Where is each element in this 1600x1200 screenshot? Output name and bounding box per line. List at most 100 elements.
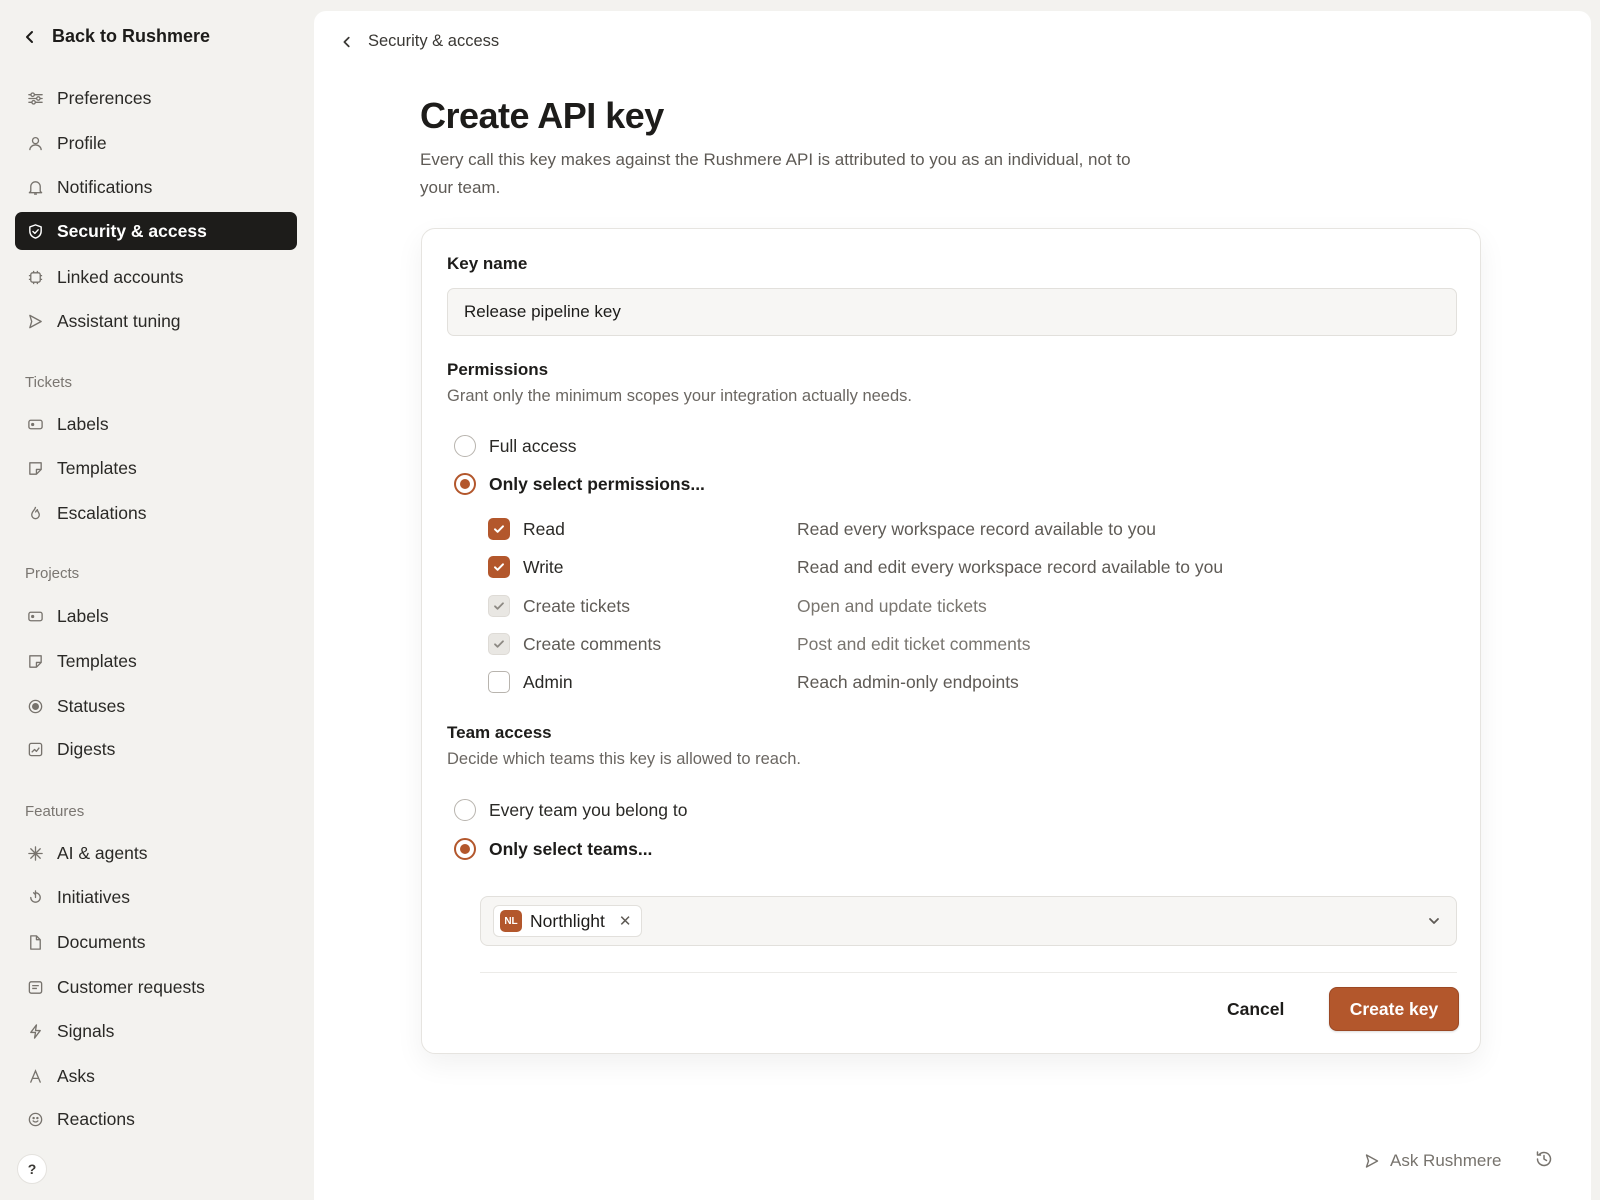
radio-label: Full access <box>489 435 577 456</box>
radio-button[interactable] <box>454 435 476 457</box>
radio-label: Every team you belong to <box>489 799 688 820</box>
scope-description: Open and update tickets <box>797 595 987 616</box>
scope-name: Write <box>523 556 564 577</box>
sidebar-item-assistant-tuning[interactable]: Assistant tuning <box>15 302 297 340</box>
key-name-label: Key name <box>447 254 528 273</box>
breadcrumb-label: Security & access <box>368 32 500 50</box>
scope-row-admin: Admin Reach admin-only endpoints <box>488 667 1448 697</box>
sidebar-item-profile[interactable]: Profile <box>15 124 297 162</box>
sidebar-item-escalations[interactable]: Escalations <box>15 494 297 532</box>
sidebar-item-preferences[interactable]: Preferences <box>15 79 297 117</box>
sliders-icon <box>26 89 44 107</box>
scope-description: Post and edit ticket comments <box>797 633 1031 654</box>
send-icon <box>26 312 44 330</box>
breadcrumb[interactable]: Security & access <box>340 32 499 51</box>
key-name-input[interactable] <box>447 288 1457 336</box>
help-button[interactable]: ? <box>17 1154 47 1184</box>
template-icon <box>26 459 44 477</box>
scope-checkbox-create-tickets[interactable] <box>488 595 510 617</box>
sidebar-item-security[interactable]: Security & access <box>15 212 297 250</box>
ask-assistant-button[interactable]: Ask Rushmere <box>1364 1151 1501 1171</box>
sidebar-item-digests[interactable]: Digests <box>15 730 297 768</box>
sidebar-item-label: Preferences <box>57 87 152 108</box>
sidebar-item-label: Security & access <box>57 220 207 241</box>
history-icon[interactable] <box>1534 1149 1554 1169</box>
sidebar-item-label: Customer requests <box>57 976 205 997</box>
text-icon <box>26 1067 44 1085</box>
radio-select-teams[interactable]: Only select teams... <box>454 838 652 860</box>
back-link-label: Back to Rushmere <box>52 26 211 46</box>
user-icon <box>26 134 44 152</box>
scope-name: Create comments <box>523 633 662 654</box>
sidebar-item-ticket-labels[interactable]: Labels <box>15 405 297 443</box>
create-key-button[interactable]: Create key <box>1329 987 1459 1031</box>
message-icon <box>26 978 44 996</box>
sidebar-item-documents[interactable]: Documents <box>15 923 297 961</box>
section-label-projects: Projects <box>25 565 80 582</box>
label-icon <box>26 607 44 625</box>
sparkle-icon <box>26 844 44 862</box>
sidebar-item-asks[interactable]: Asks <box>15 1057 297 1095</box>
template-icon <box>26 652 44 670</box>
sidebar-item-reactions[interactable]: Reactions <box>15 1100 297 1138</box>
radio-button[interactable] <box>454 473 476 495</box>
radio-full-access[interactable]: Full access <box>454 435 577 457</box>
page-description: Every call this key makes against the Ru… <box>420 150 1131 197</box>
scope-checkbox-create-comments[interactable] <box>488 633 510 655</box>
permissions-help: Grant only the minimum scopes your integ… <box>447 387 912 405</box>
radio-button[interactable] <box>454 838 476 860</box>
back-to-app-link[interactable]: Back to Rushmere <box>22 26 210 47</box>
flame-icon <box>26 504 44 522</box>
scope-description: Read and edit every workspace record ava… <box>797 556 1224 577</box>
check-icon <box>494 602 504 610</box>
sidebar-item-linked-accounts[interactable]: Linked accounts <box>15 258 297 296</box>
sidebar-item-label: Linked accounts <box>57 266 184 287</box>
sidebar-item-project-templates[interactable]: Templates <box>15 642 297 680</box>
sidebar-item-project-labels[interactable]: Labels <box>15 597 297 635</box>
section-label-tickets: Tickets <box>25 374 72 391</box>
team-avatar: NL <box>500 910 522 932</box>
radio-every-team[interactable]: Every team you belong to <box>454 799 687 821</box>
radio-select-permissions[interactable]: Only select permissions... <box>454 473 705 495</box>
form-divider <box>480 972 1457 973</box>
scope-description: Reach admin-only endpoints <box>797 671 1019 692</box>
scope-checkbox-admin[interactable] <box>488 671 510 693</box>
sidebar-item-ticket-templates[interactable]: Templates <box>15 449 297 487</box>
team-chip-label: Northlight <box>530 910 605 931</box>
sidebar-item-label: Notifications <box>57 176 153 197</box>
sidebar-item-label: Templates <box>57 457 137 478</box>
check-icon <box>494 563 504 571</box>
sidebar-item-label: AI & agents <box>57 842 148 863</box>
label-icon <box>26 415 44 433</box>
check-icon <box>494 640 504 648</box>
sidebar-item-ai-agents[interactable]: AI & agents <box>15 834 297 872</box>
sidebar-item-signals[interactable]: Signals <box>15 1012 297 1050</box>
scope-row-create-tickets: Create tickets Open and update tickets <box>488 591 1448 621</box>
status-icon <box>26 697 44 715</box>
chevron-left-icon <box>26 30 33 43</box>
document-icon <box>26 933 44 951</box>
radio-label: Only select teams... <box>489 838 653 859</box>
team-access-label: Team access <box>447 723 552 742</box>
cancel-button[interactable]: Cancel <box>1217 987 1294 1031</box>
sidebar-item-statuses[interactable]: Statuses <box>15 687 297 725</box>
sidebar-item-label: Documents <box>57 931 146 952</box>
scope-checkbox-read[interactable] <box>488 518 510 540</box>
radio-button[interactable] <box>454 799 476 821</box>
sidebar-item-label: Reactions <box>57 1108 135 1129</box>
send-icon <box>1365 1154 1379 1168</box>
scope-checkbox-write[interactable] <box>488 556 510 578</box>
sidebar-item-initiatives[interactable]: Initiatives <box>15 878 297 916</box>
team-chip-northlight: NL Northlight ✕ <box>493 905 643 937</box>
scope-name: Read <box>523 518 565 539</box>
team-multiselect[interactable]: NL Northlight ✕ <box>480 896 1457 946</box>
sidebar-item-customer-requests[interactable]: Customer requests <box>15 968 297 1006</box>
permissions-label: Permissions <box>447 360 549 379</box>
sidebar-item-notifications[interactable]: Notifications <box>15 168 297 206</box>
scope-name: Create tickets <box>523 595 630 616</box>
scope-description: Read every workspace record available to… <box>797 518 1156 539</box>
remove-team-icon[interactable]: ✕ <box>619 912 632 930</box>
chip-icon <box>26 268 44 286</box>
sidebar-item-label: Signals <box>57 1020 115 1041</box>
section-label-features: Features <box>25 803 85 820</box>
